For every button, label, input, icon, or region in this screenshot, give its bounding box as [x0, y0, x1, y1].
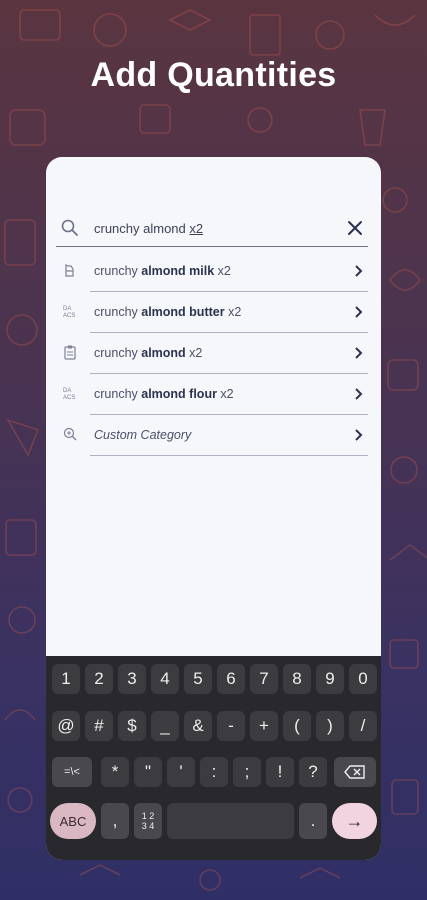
- key-comma[interactable]: ,: [101, 803, 129, 839]
- divider: [90, 454, 368, 456]
- suggestion-custom-category[interactable]: Custom Category: [56, 415, 368, 456]
- key-1[interactable]: 1: [52, 664, 80, 694]
- suggestion-label: crunchy almond flour x2: [94, 387, 234, 401]
- key-ampersand[interactable]: &: [184, 711, 212, 741]
- key-colon[interactable]: :: [200, 757, 228, 787]
- search-input[interactable]: crunchy almond x2: [94, 221, 203, 236]
- key-at[interactable]: @: [52, 711, 80, 741]
- clipboard-icon: [64, 345, 76, 360]
- key-period[interactable]: .: [299, 803, 327, 839]
- page-headline: Add Quantities: [90, 56, 337, 94]
- key-space[interactable]: [167, 803, 294, 839]
- svg-text:DA: DA: [63, 306, 71, 312]
- svg-text:DA: DA: [63, 388, 71, 394]
- on-screen-keyboard: 1 2 3 4 5 6 7 8 9 0 @ # $ _ & - + ( ) / …: [46, 656, 381, 860]
- key-plus[interactable]: +: [250, 711, 278, 741]
- key-fraction[interactable]: 1 2 3 4: [134, 803, 162, 839]
- jar-label-icon: DA ACS: [63, 306, 75, 319]
- key-0[interactable]: 0: [349, 664, 377, 694]
- key-4[interactable]: 4: [151, 664, 179, 694]
- suggestion-almond-flour[interactable]: DA ACS crunchy almond flour x2: [56, 374, 368, 415]
- close-icon[interactable]: [344, 217, 366, 239]
- key-6[interactable]: 6: [217, 664, 245, 694]
- suggestion-label: crunchy almond butter x2: [94, 305, 242, 319]
- fraction-top: 1 2: [141, 811, 155, 821]
- fraction-bottom: 3 4: [141, 821, 155, 831]
- suggestion-label: Custom Category: [94, 428, 192, 442]
- suggestion-label: crunchy almond milk x2: [94, 264, 231, 278]
- chevron-right-icon: [355, 265, 363, 277]
- key-exclamation[interactable]: !: [266, 757, 294, 787]
- key-semicolon[interactable]: ;: [233, 757, 261, 787]
- key-single-quote[interactable]: ': [167, 757, 195, 787]
- search-bar[interactable]: crunchy almond x2: [56, 215, 368, 247]
- key-3[interactable]: 3: [118, 664, 146, 694]
- svg-text:ACS: ACS: [63, 395, 75, 401]
- key-paren-close[interactable]: ): [316, 711, 344, 741]
- key-8[interactable]: 8: [283, 664, 311, 694]
- key-backspace[interactable]: [334, 757, 376, 787]
- zoom-plus-icon: [63, 427, 77, 441]
- backspace-icon: [344, 765, 365, 779]
- suggestion-almond-milk[interactable]: crunchy almond milk x2: [56, 251, 368, 292]
- key-5[interactable]: 5: [184, 664, 212, 694]
- key-slash[interactable]: /: [349, 711, 377, 741]
- key-7[interactable]: 7: [250, 664, 278, 694]
- key-minus[interactable]: -: [217, 711, 245, 741]
- chevron-right-icon: [355, 306, 363, 318]
- jar-label-icon: DA ACS: [63, 388, 75, 401]
- key-asterisk[interactable]: *: [101, 757, 129, 787]
- key-dollar[interactable]: $: [118, 711, 146, 741]
- key-underscore[interactable]: _: [151, 711, 179, 741]
- key-double-quote[interactable]: ": [134, 757, 162, 787]
- key-symbols-more[interactable]: =\<: [52, 757, 92, 787]
- key-abc[interactable]: ABC: [50, 803, 96, 839]
- key-enter[interactable]: →: [332, 803, 377, 839]
- search-query-text: crunchy almond: [94, 221, 190, 236]
- key-9[interactable]: 9: [316, 664, 344, 694]
- chevron-right-icon: [355, 388, 363, 400]
- chevron-right-icon: [355, 347, 363, 359]
- milk-carton-icon: [65, 264, 74, 277]
- suggestion-almond[interactable]: crunchy almond x2: [56, 333, 368, 374]
- search-icon: [61, 219, 78, 236]
- suggestion-label: crunchy almond x2: [94, 346, 203, 360]
- key-paren-open[interactable]: (: [283, 711, 311, 741]
- svg-text:ACS: ACS: [63, 313, 75, 319]
- suggestion-almond-butter[interactable]: DA ACS crunchy almond butter x2: [56, 292, 368, 333]
- search-query-quantity: x2: [189, 221, 204, 236]
- chevron-right-icon: [355, 429, 363, 441]
- key-hash[interactable]: #: [85, 711, 113, 741]
- key-question[interactable]: ?: [299, 757, 327, 787]
- key-2[interactable]: 2: [85, 664, 113, 694]
